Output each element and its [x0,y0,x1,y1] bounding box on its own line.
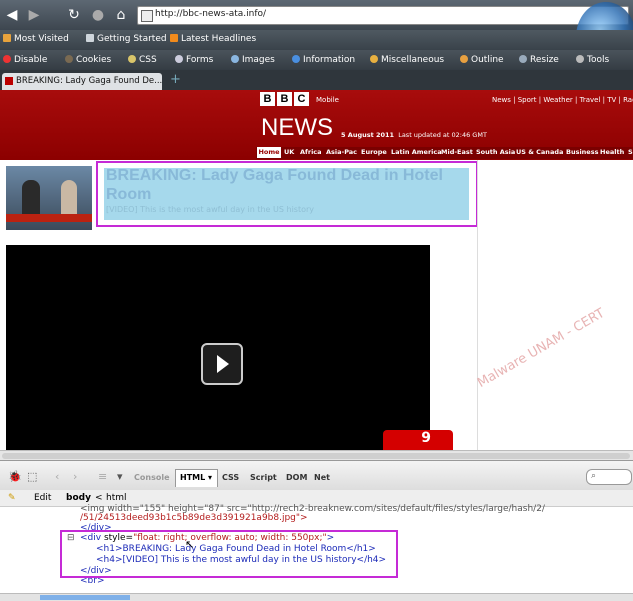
mouse-cursor-icon: ↖ [185,538,195,551]
cookie-icon [65,55,73,63]
wd-forms[interactable]: Forms [175,55,213,65]
page-icon [86,34,94,42]
site-favicon [141,10,153,22]
images-icon [231,55,239,63]
nav-item-europe[interactable]: Europe [361,148,387,156]
divider [477,160,478,450]
stop-icon[interactable]: ● [90,6,106,24]
web-developer-toolbar: Disable Cookies CSS Forms Images Informa… [0,50,633,70]
news-wordmark: NEWS [261,114,333,141]
play-icon[interactable] [201,343,243,385]
url-bar[interactable]: http://bbc-news-ata.info/ [137,6,629,25]
nav-item-asia-pac[interactable]: Asia-Pac [326,148,357,156]
nav-item-uk[interactable]: UK [284,148,294,156]
chevron-down-icon[interactable]: ▾ [117,470,123,483]
bookmark-most-visited[interactable]: Most Visited [3,34,69,44]
wd-outline[interactable]: Outline [460,55,504,65]
nav-item-home[interactable]: Home [257,147,281,158]
nav-item-health[interactable]: Health [600,148,624,156]
bookmark-getting-started[interactable]: Getting Started [86,34,167,44]
tab-html[interactable]: HTML ▾ [180,473,212,482]
new-tab-button[interactable]: + [170,72,181,87]
nav-item-business[interactable]: Business [566,148,598,156]
mobile-link[interactable]: Mobile [316,96,339,104]
tab-title: BREAKING: Lady Gaga Found De... [16,76,163,86]
wd-information[interactable]: Information [292,55,355,65]
forms-icon [175,55,183,63]
bbc-logo-letter-2: B [277,92,292,106]
firebug-search-input[interactable]: ⌕ [586,469,632,485]
misc-icon [370,55,378,63]
edit-icon[interactable]: ✎ [8,493,16,503]
nav-item-africa[interactable]: Africa [300,148,322,156]
wd-cookies[interactable]: Cookies [65,55,111,65]
wd-css[interactable]: CSS [128,55,157,65]
wd-disable[interactable]: Disable [3,55,47,65]
wd-resize[interactable]: Resize [519,55,559,65]
article-subhead: [VIDEO] This is the most awful day in th… [106,205,315,214]
reload-icon[interactable]: ↻ [66,6,82,24]
tools-icon [576,55,584,63]
wd-images[interactable]: Images [231,55,275,65]
navigation-toolbar: ◀ ▶ ↻ ● ⌂ http://bbc-news-ata.info/ [0,0,633,30]
forward-icon[interactable]: ▶ [26,6,42,24]
list-icon[interactable]: ≡ [98,470,107,483]
css-icon [128,55,136,63]
home-icon[interactable]: ⌂ [113,6,129,24]
highlighted-code-box [60,530,398,578]
outline-icon [460,55,468,63]
tab-dom[interactable]: DOM [286,473,307,482]
rss-icon [170,34,178,42]
tab-favicon [5,77,13,85]
search-icon: ⌕ [591,471,597,481]
disable-icon [3,55,11,63]
watermark: Malware UNAM - CERT [475,305,608,391]
tab-css[interactable]: CSS [222,473,239,482]
crumb-separator: < [95,493,103,503]
news-date: 5 August 2011 Last updated at 02:46 GMT [341,131,487,139]
forward-icon[interactable]: › [73,470,77,483]
bookmark-latest-headlines[interactable]: Latest Headlines [170,34,256,44]
code-line-img-src: /51/24513deed93b1c5b89de3d391921a9b8.jpg… [80,513,308,523]
tab-console[interactable]: Console [134,473,170,482]
firebug-icon[interactable]: 🐞 [8,470,22,483]
edit-button[interactable]: Edit [34,493,51,503]
folder-icon [3,34,11,42]
nav-item-mid-east[interactable]: Mid-East [441,148,473,156]
bookmarks-toolbar: Most Visited Getting Started Latest Head… [0,30,633,50]
info-icon [292,55,300,63]
tab-net[interactable]: Net [314,473,330,482]
bbc-logo-letter-3: C [294,92,309,106]
nav-item-south-asia[interactable]: South Asia [476,148,515,156]
tab-active[interactable]: BREAKING: Lady Gaga Found De... [2,73,162,90]
crumb-body[interactable]: body [66,493,91,503]
back-icon[interactable]: ‹ [55,470,59,483]
article-headline[interactable]: BREAKING: Lady Gaga Found Dead in Hotel … [106,166,466,204]
url-text: http://bbc-news-ata.info/ [155,9,267,19]
resize-icon [519,55,527,63]
notification-badge[interactable]: 9 [383,430,453,450]
wd-miscellaneous[interactable]: Miscellaneous [370,55,444,65]
back-icon[interactable]: ◀ [4,6,20,24]
article-thumbnail[interactable] [6,166,92,230]
wd-tools[interactable]: Tools [576,55,609,65]
crumb-html[interactable]: html [106,493,127,503]
nav-item-s[interactable]: S [628,148,633,156]
tab-script[interactable]: Script [250,473,277,482]
bbc-top-links[interactable]: News | Sport | Weather | Travel | TV | R… [492,96,633,104]
nav-item-latin-america[interactable]: Latin America [391,148,442,156]
nav-item-us-canada[interactable]: US & Canada [516,148,563,156]
bbc-logo-letter-1: B [260,92,275,106]
inspect-icon[interactable]: ⬚ [27,470,37,483]
